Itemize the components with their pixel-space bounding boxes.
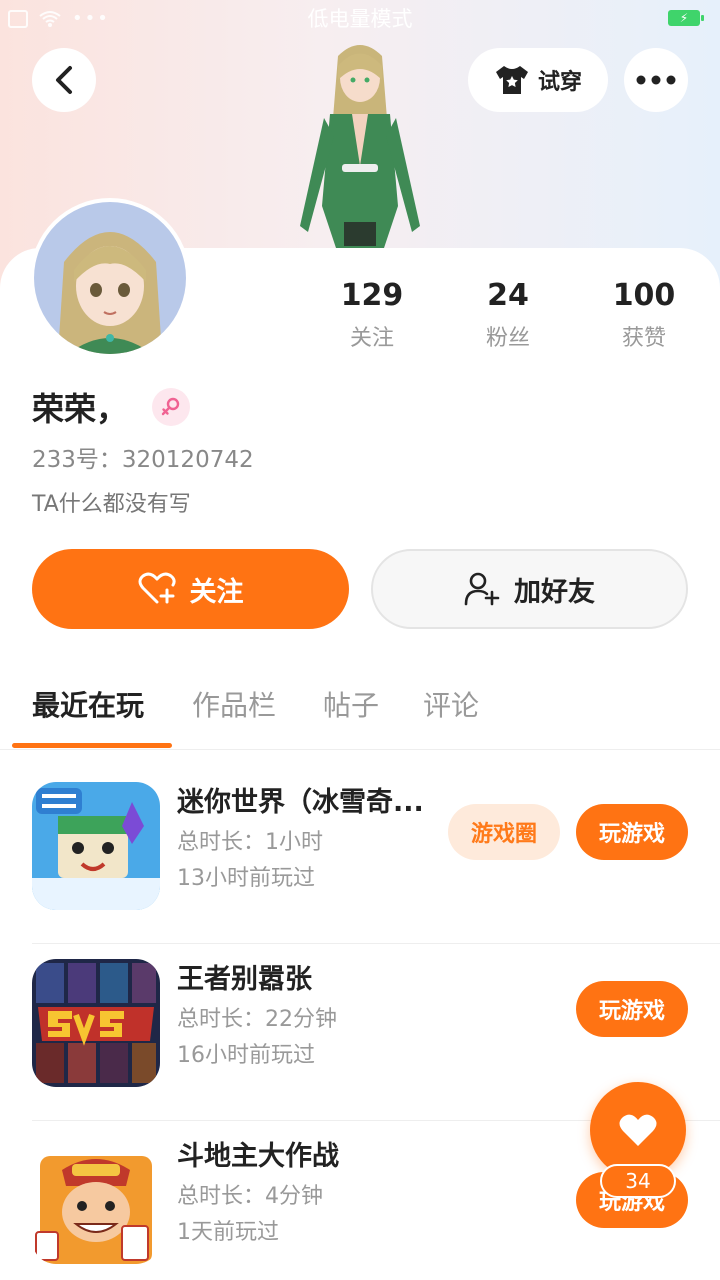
add-friend-button[interactable]: 加好友 bbox=[371, 549, 688, 629]
tab-comments[interactable]: 评论 bbox=[423, 684, 479, 724]
stat-value: 24 bbox=[487, 278, 529, 313]
game-title: 迷你世界（冰雪奇... bbox=[177, 787, 424, 818]
name-row: 荣荣， bbox=[32, 384, 191, 430]
status-icons: ••• bbox=[8, 8, 110, 29]
tshirt-icon bbox=[495, 66, 528, 94]
female-icon bbox=[152, 388, 191, 426]
play-game-button[interactable]: 玩游戏 bbox=[576, 804, 688, 860]
back-button[interactable] bbox=[32, 48, 96, 112]
game-title: 斗地主大作战 bbox=[177, 1141, 339, 1172]
game-duration: 总时长：1小时 bbox=[177, 830, 323, 855]
game-circle-button[interactable]: 游戏圈 bbox=[448, 804, 560, 860]
heart-icon bbox=[619, 1114, 657, 1146]
list-item[interactable]: 迷你世界（冰雪奇... 总时长：1小时 13小时前玩过 游戏圈 玩游戏 bbox=[0, 768, 720, 944]
stat-value: 100 bbox=[612, 278, 676, 313]
status-center-text: 低电量模式 bbox=[307, 7, 413, 31]
divider bbox=[32, 943, 720, 944]
stat-followers[interactable]: 24 粉丝 bbox=[438, 276, 578, 352]
more-dots-icon bbox=[636, 75, 676, 85]
game-title: 王者别嚣张 bbox=[177, 964, 312, 995]
user-id: 233号：320120742 bbox=[32, 447, 254, 473]
tryon-button[interactable]: 试穿 bbox=[468, 48, 608, 112]
add-user-icon bbox=[464, 572, 500, 606]
like-count-badge: 34 bbox=[600, 1164, 676, 1198]
wifi-icon bbox=[39, 10, 61, 27]
follow-button[interactable]: 关注 bbox=[32, 549, 349, 629]
play-game-button[interactable]: 玩游戏 bbox=[576, 981, 688, 1037]
game-duration: 总时长：4分钟 bbox=[177, 1184, 323, 1209]
battery-icon: ⚡ bbox=[668, 10, 704, 26]
tab-indicator bbox=[12, 743, 172, 748]
stat-label: 关注 bbox=[349, 326, 394, 351]
follow-label: 关注 bbox=[189, 576, 244, 608]
stat-label: 获赞 bbox=[621, 326, 666, 351]
avatar[interactable] bbox=[30, 198, 190, 358]
game-last-played: 13小时前玩过 bbox=[177, 866, 315, 891]
user-name: 荣荣， bbox=[32, 390, 129, 428]
tryon-label: 试穿 bbox=[537, 70, 582, 95]
sim-icon bbox=[8, 9, 28, 28]
tab-posts[interactable]: 帖子 bbox=[323, 684, 379, 724]
game-last-played: 1天前玩过 bbox=[177, 1220, 279, 1245]
tab-recent-played[interactable]: 最近在玩 bbox=[32, 684, 144, 724]
user-bio: TA什么都没有写 bbox=[32, 492, 191, 517]
game-duration: 总时长：22分钟 bbox=[177, 1007, 337, 1032]
status-bar: ••• 低电量模式 ⚡ bbox=[0, 0, 720, 36]
add-friend-label: 加好友 bbox=[514, 576, 595, 608]
chevron-left-icon bbox=[56, 66, 72, 94]
stat-label: 粉丝 bbox=[485, 326, 530, 351]
stat-likes[interactable]: 100 获赞 bbox=[574, 276, 714, 352]
tab-bar: 最近在玩 作品栏 帖子 评论 bbox=[0, 676, 720, 750]
mini-world-icon bbox=[32, 782, 160, 910]
stat-value: 129 bbox=[340, 278, 404, 313]
more-button[interactable] bbox=[624, 48, 688, 112]
tab-works[interactable]: 作品栏 bbox=[192, 684, 276, 724]
heart-plus-icon bbox=[138, 572, 176, 604]
5v5-game-icon bbox=[32, 959, 160, 1087]
avatar-3d-figure[interactable] bbox=[280, 36, 440, 250]
doudizhu-icon bbox=[32, 1136, 160, 1264]
stat-following[interactable]: 129 关注 bbox=[302, 276, 442, 352]
stats-row: 129 关注 24 粉丝 100 获赞 bbox=[300, 276, 720, 356]
game-last-played: 16小时前玩过 bbox=[177, 1043, 315, 1068]
avatar-image bbox=[34, 202, 186, 354]
notification-dots-icon: ••• bbox=[72, 8, 110, 29]
